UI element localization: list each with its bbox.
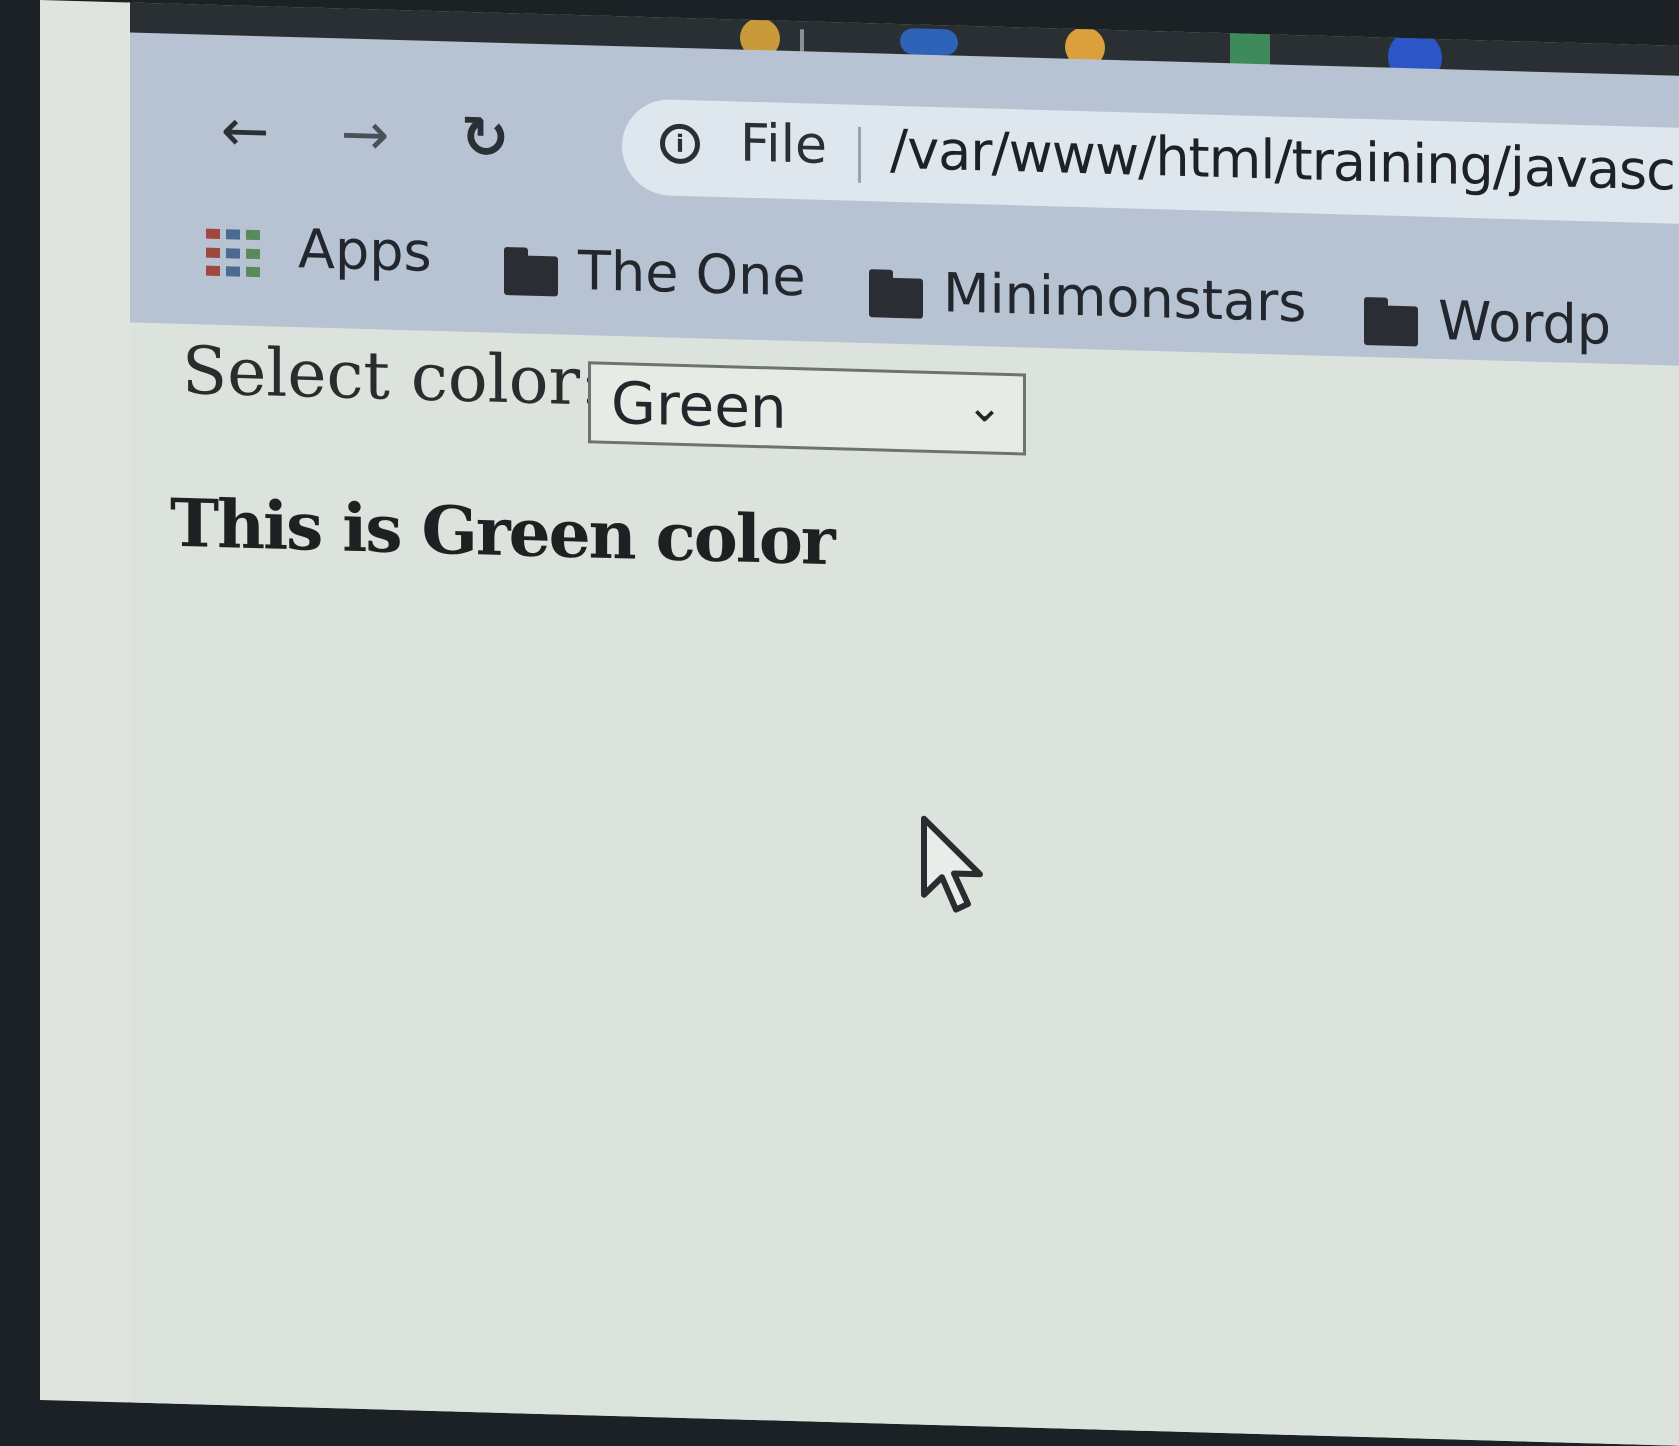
back-button[interactable]: ← xyxy=(210,95,280,167)
forward-button[interactable]: → xyxy=(330,98,400,170)
address-separator xyxy=(858,126,861,183)
reload-button[interactable]: ↻ xyxy=(450,101,520,173)
folder-icon xyxy=(504,254,558,297)
folder-icon xyxy=(869,277,923,319)
page-content: Select color: Green ⌄ This is Green colo… xyxy=(130,322,1679,1446)
result-heading: This is Green color xyxy=(170,483,834,581)
address-bar[interactable]: i File /var/www/html/training/javascrip xyxy=(622,98,1679,228)
folder-icon xyxy=(1364,304,1418,347)
color-select-value: Green xyxy=(611,368,787,442)
browser-toolbar: ← → ↻ i File /var/www/html/training/java… xyxy=(130,32,1679,368)
select-color-label: Select color: xyxy=(182,331,603,421)
scheme-label: File xyxy=(740,113,828,176)
screen: ← → ↻ i File /var/www/html/training/java… xyxy=(40,0,1679,1446)
apps-grid-icon xyxy=(206,228,262,281)
color-select[interactable]: Green ⌄ xyxy=(588,361,1026,456)
bookmark-label: Minimonstars xyxy=(943,261,1307,335)
bookmark-label: Apps xyxy=(298,217,432,284)
info-icon[interactable]: i xyxy=(660,123,700,165)
extension-divider xyxy=(800,29,804,54)
extension-icon-cloud[interactable] xyxy=(900,28,958,56)
bookmark-label: The One xyxy=(578,239,806,309)
chevron-down-icon: ⌄ xyxy=(966,380,1003,433)
bookmark-label: Wordp xyxy=(1438,289,1612,357)
url-text[interactable]: /var/www/html/training/javascrip xyxy=(890,118,1679,205)
mouse-cursor-icon xyxy=(921,815,983,913)
